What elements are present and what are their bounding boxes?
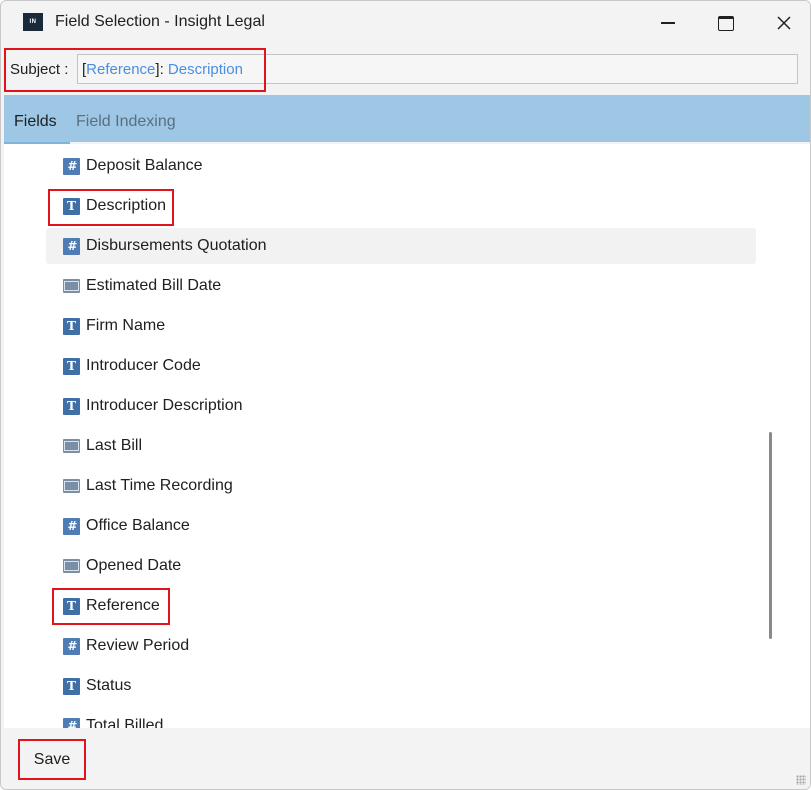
field-label: Last Time Recording — [86, 477, 233, 494]
field-list-item[interactable]: T Description — [46, 188, 756, 224]
text-field-icon: T — [63, 397, 80, 415]
title-bar[interactable]: IN Field Selection - Insight Legal — [1, 1, 810, 45]
maximize-button[interactable] — [703, 7, 749, 39]
date-field-icon — [63, 279, 80, 293]
field-list-item[interactable]: # Review Period — [46, 628, 756, 664]
field-label: Disbursements Quotation — [86, 237, 267, 254]
field-label: Description — [86, 197, 167, 214]
number-field-icon: # — [63, 517, 80, 535]
minimize-icon — [661, 22, 675, 24]
date-field-icon — [63, 479, 80, 493]
subject-token-reference[interactable]: Reference — [86, 61, 155, 78]
insight-legal-logo-icon: IN — [23, 13, 43, 31]
field-label: Deposit Balance — [86, 157, 203, 174]
text-field-icon: T — [63, 197, 80, 215]
maximize-icon — [718, 15, 734, 31]
list-scrollbar[interactable] — [769, 432, 772, 639]
field-label: Review Period — [86, 637, 190, 654]
resize-grip-icon[interactable] — [796, 775, 806, 785]
field-list-item[interactable]: Estimated Bill Date — [46, 268, 756, 304]
field-list-item[interactable]: # Deposit Balance — [46, 148, 756, 184]
field-label: Introducer Description — [86, 397, 243, 414]
field-label: Last Bill — [86, 437, 143, 454]
minimize-button[interactable] — [645, 7, 691, 39]
field-label: Opened Date — [86, 557, 182, 574]
subject-label: Subject : — [10, 61, 69, 78]
subject-separator: : — [159, 61, 168, 78]
field-label: Estimated Bill Date — [86, 277, 222, 294]
number-field-icon: # — [63, 717, 80, 728]
window-title: Field Selection - Insight Legal — [55, 13, 265, 30]
save-button[interactable]: Save — [18, 739, 86, 780]
number-field-icon: # — [63, 637, 80, 655]
field-list-item[interactable]: Opened Date — [46, 548, 756, 584]
field-list-item[interactable]: # Total Billed — [46, 708, 756, 728]
field-selection-window: IN Field Selection - Insight Legal Subje… — [0, 0, 811, 790]
field-label: Status — [86, 677, 132, 694]
field-label: Introducer Code — [86, 357, 201, 374]
field-list-item[interactable]: T Firm Name — [46, 308, 756, 344]
date-field-icon — [63, 439, 80, 453]
field-label: Reference — [86, 597, 160, 614]
date-field-icon — [63, 559, 80, 573]
field-list-item[interactable]: T Status — [46, 668, 756, 704]
field-list-item[interactable]: Last Bill — [46, 428, 756, 464]
tab-field-indexing[interactable]: Field Indexing — [76, 113, 176, 131]
tab-bar: Fields Field Indexing — [4, 95, 810, 142]
subject-input[interactable]: [Reference]: Description — [77, 54, 798, 84]
text-field-icon: T — [63, 597, 80, 615]
subject-token-description[interactable]: Description — [168, 61, 243, 78]
text-field-icon: T — [63, 357, 80, 375]
footer — [1, 728, 810, 789]
close-button[interactable] — [761, 7, 807, 39]
field-list: # Deposit Balance T Description # Disbursemen… — [4, 144, 810, 728]
field-list-item[interactable]: # Office Balance — [46, 508, 756, 544]
number-field-icon: # — [63, 157, 80, 175]
field-list-item[interactable]: T Introducer Description — [46, 388, 756, 424]
field-list-item[interactable]: # Disbursements Quotation — [46, 228, 756, 264]
tab-fields[interactable]: Fields — [14, 113, 57, 131]
text-field-icon: T — [63, 317, 80, 335]
text-field-icon: T — [63, 677, 80, 695]
field-label: Firm Name — [86, 317, 166, 334]
field-list-item[interactable]: Last Time Recording — [46, 468, 756, 504]
number-field-icon: # — [63, 237, 80, 255]
field-label: Office Balance — [86, 517, 190, 534]
field-label: Total Billed — [86, 717, 164, 728]
field-list-item[interactable]: T Reference — [46, 588, 756, 624]
close-icon — [777, 16, 791, 30]
field-list-item[interactable]: T Introducer Code — [46, 348, 756, 384]
